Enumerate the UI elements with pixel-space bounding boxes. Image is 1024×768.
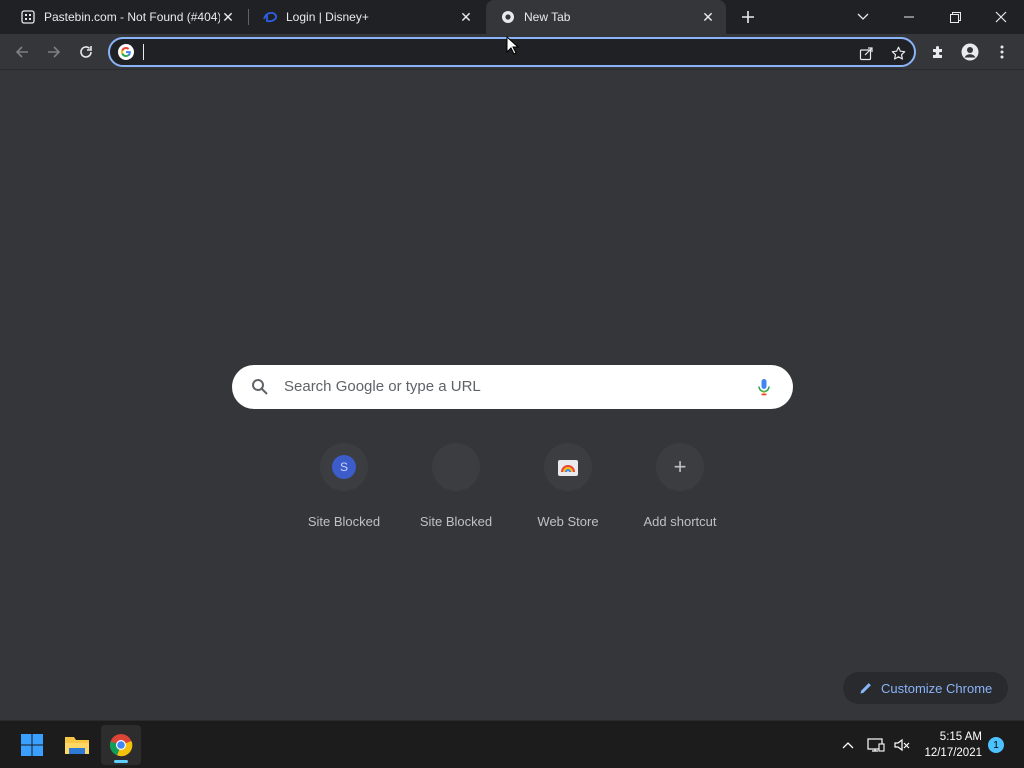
close-tab-icon[interactable]: ✕ (220, 9, 236, 25)
close-window-button[interactable] (978, 0, 1024, 34)
disney-plus-icon (262, 9, 278, 25)
tab-search-button[interactable] (840, 0, 886, 34)
more-vert-icon (1000, 45, 1004, 59)
tab-title: Login | Disney+ (286, 10, 369, 24)
ntp-search-box[interactable]: Search Google or type a URL (232, 365, 793, 409)
file-explorer-icon (65, 737, 89, 754)
customize-chrome-button[interactable]: Customize Chrome (843, 672, 1008, 704)
tab-disney[interactable]: Login | Disney+ ✕ (248, 0, 484, 34)
clock-date: 12/17/2021 (924, 747, 982, 759)
shortcut-label: Site Blocked (419, 514, 493, 529)
file-explorer-button[interactable] (57, 725, 97, 765)
arrow-left-icon (15, 46, 28, 58)
web-store-icon (544, 443, 592, 491)
new-tab-button[interactable] (736, 5, 760, 29)
taskbar: 5:15 AM 12/17/2021 1 (0, 720, 1024, 768)
bookmark-star-icon[interactable] (888, 43, 908, 63)
chevron-down-icon (857, 13, 869, 20)
profile-button[interactable] (956, 38, 984, 66)
notification-badge[interactable]: 1 (988, 737, 1004, 753)
minimize-button[interactable] (886, 0, 932, 34)
extensions-button[interactable] (924, 38, 952, 66)
avatar-icon (961, 43, 979, 61)
start-button[interactable] (12, 725, 52, 765)
share-icon[interactable] (856, 43, 876, 63)
tab-new-tab[interactable]: New Tab ✕ (486, 0, 726, 34)
minimize-icon (904, 16, 914, 18)
pastebin-icon (20, 9, 36, 25)
shortcut-label: Site Blocked (307, 514, 381, 529)
tab-title: New Tab (524, 10, 571, 24)
close-tab-icon[interactable]: ✕ (458, 9, 474, 25)
microphone-icon[interactable] (752, 375, 776, 399)
shortcut-label: Web Store (537, 514, 599, 529)
shortcut-label: Add shortcut (643, 514, 717, 529)
shortcut-web-store[interactable]: Web Store (512, 443, 624, 533)
chevron-up-icon (842, 742, 854, 749)
close-tab-icon[interactable]: ✕ (700, 9, 716, 25)
plus-icon: + (656, 443, 704, 491)
google-g-icon (118, 44, 134, 60)
tab-pastebin[interactable]: Pastebin.com - Not Found (#404) ✕ (6, 0, 246, 34)
volume-muted-icon[interactable] (892, 735, 912, 755)
restore-icon (949, 11, 961, 23)
reload-icon (80, 46, 92, 58)
tab-title: Pastebin.com - Not Found (#404) (44, 10, 220, 24)
letter-s-icon: S (320, 443, 368, 491)
customize-label: Customize Chrome (881, 680, 993, 696)
system-clock[interactable]: 5:15 AM 12/17/2021 (918, 729, 982, 761)
chrome-icon (500, 9, 516, 25)
close-icon (995, 11, 1007, 23)
active-app-indicator (114, 760, 128, 763)
show-hidden-icons-button[interactable] (838, 735, 858, 755)
windows-start-icon (21, 734, 43, 756)
blank-site-icon (432, 443, 480, 491)
restore-button[interactable] (932, 0, 978, 34)
text-caret (143, 44, 144, 60)
shortcut-site-blocked-1[interactable]: S Site Blocked (288, 443, 400, 533)
chrome-taskbar-button[interactable] (101, 725, 141, 765)
menu-button[interactable] (988, 38, 1016, 66)
add-shortcut-button[interactable]: + Add shortcut (624, 443, 736, 533)
puzzle-icon (933, 46, 942, 58)
search-icon (252, 379, 268, 395)
mouse-pointer-icon (506, 36, 520, 55)
shortcut-site-blocked-2[interactable]: Site Blocked (400, 443, 512, 533)
search-placeholder: Search Google or type a URL (284, 378, 481, 395)
plus-icon (742, 11, 754, 23)
network-icon[interactable] (866, 735, 886, 755)
chrome-icon (109, 734, 133, 757)
pencil-icon (860, 683, 871, 694)
reload-button[interactable] (72, 38, 100, 66)
arrow-right-icon (48, 46, 61, 58)
back-button[interactable] (8, 38, 36, 66)
address-input[interactable] (142, 42, 842, 62)
clock-time: 5:15 AM (939, 731, 982, 743)
forward-button[interactable] (40, 38, 68, 66)
tab-strip: Pastebin.com - Not Found (#404) ✕ Login … (0, 0, 1024, 34)
